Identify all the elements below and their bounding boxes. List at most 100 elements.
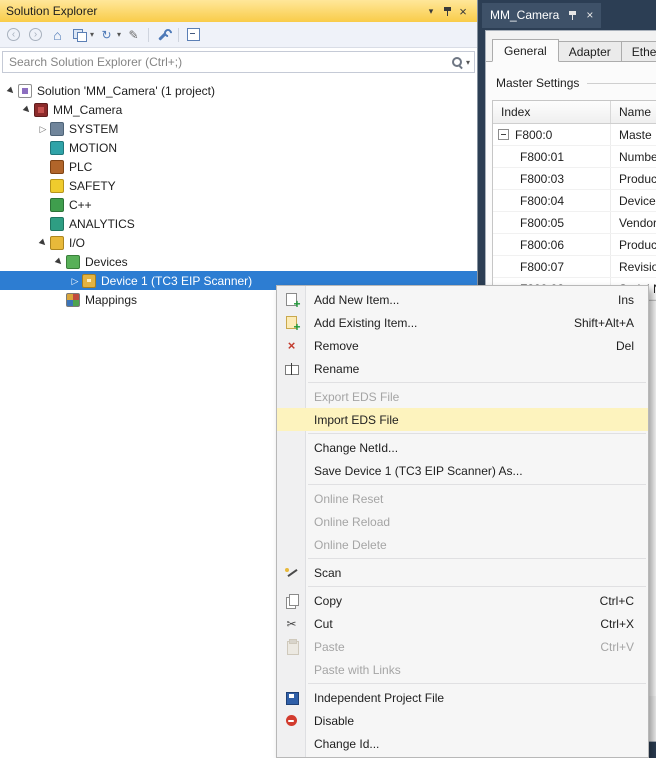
tree-item-label: C++ xyxy=(69,198,98,212)
menu-item-shortcut: Shift+Alt+A xyxy=(574,316,634,330)
solution-icon xyxy=(18,84,32,98)
tab-adapter[interactable]: Adapter xyxy=(558,41,622,62)
menu-item-label: Independent Project File xyxy=(314,691,634,705)
cell-name: Produc xyxy=(611,172,656,186)
mappings-icon xyxy=(66,293,80,307)
table-row[interactable]: F800:06 Produc xyxy=(493,234,656,256)
menu-item-import-eds-file[interactable]: Import EDS File xyxy=(277,408,648,431)
expander-icon[interactable]: ▷ xyxy=(36,124,50,134)
menu-item-label: Scan xyxy=(314,566,634,580)
close-button[interactable]: × xyxy=(455,3,471,19)
copy-icon xyxy=(284,593,300,609)
table-row[interactable]: F800:01 Numbe xyxy=(493,146,656,168)
column-header-index[interactable]: Index xyxy=(493,101,611,123)
menu-item-label: Save Device 1 (TC3 EIP Scanner) As... xyxy=(314,464,634,478)
tree-item-system[interactable]: ▷ SYSTEM xyxy=(0,119,477,138)
edit-button[interactable]: ✎ xyxy=(124,25,143,44)
tree-item-safety[interactable]: SAFETY xyxy=(0,176,477,195)
menu-item-add-existing-item[interactable]: Add Existing Item... Shift+Alt+A xyxy=(277,311,648,334)
scope-button[interactable] xyxy=(70,25,89,44)
menu-item-rename[interactable]: Rename xyxy=(277,357,648,380)
chevron-down-icon[interactable]: ▾ xyxy=(466,58,470,67)
tab-ethernet[interactable]: EtherN xyxy=(621,41,656,62)
search-input[interactable] xyxy=(3,55,450,69)
column-header-name[interactable]: Name xyxy=(611,105,656,119)
menu-item-scan[interactable]: Scan xyxy=(277,561,648,584)
expander-icon[interactable]: ▶ xyxy=(3,82,20,99)
expander-icon[interactable]: ▶ xyxy=(35,234,52,251)
menu-item-label: Copy xyxy=(314,594,580,608)
nav-forward-button[interactable]: › xyxy=(26,25,45,44)
tree-item-cpp[interactable]: C++ xyxy=(0,195,477,214)
search-icon[interactable] xyxy=(450,55,465,70)
tree-item-project-mm-camera[interactable]: ▶ MM_Camera xyxy=(0,100,477,119)
tree-item-label: MM_Camera xyxy=(53,103,128,117)
window-menu-button[interactable]: ▾ xyxy=(423,3,439,19)
cell-index: F800:0 xyxy=(515,128,552,142)
expander-icon[interactable]: ▶ xyxy=(19,101,36,118)
menu-item-change-netid[interactable]: Change NetId... xyxy=(277,436,648,459)
menu-item-change-id[interactable]: Change Id... xyxy=(277,732,648,755)
table-row[interactable]: F800:03 Produc xyxy=(493,168,656,190)
toolbar-separator xyxy=(178,28,179,42)
table-row[interactable]: F800:05 Vendor xyxy=(493,212,656,234)
cell-index: F800:03 xyxy=(493,168,611,189)
back-icon: ‹ xyxy=(7,28,20,41)
menu-item-remove[interactable]: × Remove Del xyxy=(277,334,648,357)
tree-item-devices[interactable]: ▶ Devices xyxy=(0,252,477,271)
tree-item-plc[interactable]: PLC xyxy=(0,157,477,176)
menu-item-add-new-item[interactable]: Add New Item... Ins xyxy=(277,288,648,311)
chevron-down-icon: ▾ xyxy=(429,6,434,17)
collapse-all-icon xyxy=(187,28,200,41)
app-window: Solution Explorer ▾ × ‹ › ⌂ ▾ ↻ ▾ ✎ ▾ xyxy=(0,0,656,758)
sync-button[interactable]: ↻ xyxy=(97,25,116,44)
scan-icon xyxy=(284,565,300,581)
context-menu: Add New Item... Ins Add Existing Item...… xyxy=(276,285,649,758)
home-button[interactable]: ⌂ xyxy=(48,25,67,44)
collapse-all-button[interactable] xyxy=(184,25,203,44)
nav-back-button[interactable]: ‹ xyxy=(4,25,23,44)
menu-item-cut[interactable]: ✂ Cut Ctrl+X xyxy=(277,612,648,635)
document-tab-mm-camera[interactable]: MM_Camera × xyxy=(482,3,601,28)
tab-label: EtherN xyxy=(632,45,656,59)
table-row[interactable]: F800:04 Device xyxy=(493,190,656,212)
layers-icon xyxy=(77,32,87,42)
properties-button[interactable] xyxy=(154,25,173,44)
close-icon[interactable]: × xyxy=(586,9,593,22)
menu-item-label: Paste with Links xyxy=(314,663,634,677)
collapse-minus-icon[interactable] xyxy=(498,129,509,140)
motion-icon xyxy=(50,141,64,155)
menu-item-save-device-as[interactable]: Save Device 1 (TC3 EIP Scanner) As... xyxy=(277,459,648,482)
menu-item-shortcut: Ctrl+C xyxy=(600,594,634,608)
tree-item-solution[interactable]: ▶ Solution 'MM_Camera' (1 project) xyxy=(0,81,477,100)
pin-button[interactable] xyxy=(439,3,455,19)
menu-separator xyxy=(308,558,646,559)
solution-explorer-titlebar[interactable]: Solution Explorer ▾ × xyxy=(0,0,477,22)
table-row[interactable]: F800:07 Revisio xyxy=(493,256,656,278)
chevron-down-icon[interactable]: ▾ xyxy=(90,30,94,39)
menu-item-label: Change NetId... xyxy=(314,441,634,455)
cpp-icon xyxy=(50,198,64,212)
menu-item-independent-project-file[interactable]: Independent Project File xyxy=(277,686,648,709)
menu-item-disable[interactable]: Disable xyxy=(277,709,648,732)
expander-icon[interactable]: ▷ xyxy=(68,276,82,286)
remove-x-icon: × xyxy=(284,338,300,354)
chevron-down-icon[interactable]: ▾ xyxy=(117,30,121,39)
cell-name: Maste xyxy=(611,128,656,142)
menu-item-export-eds-file: Export EDS File xyxy=(277,385,648,408)
tree-item-label: Device 1 (TC3 EIP Scanner) xyxy=(101,274,258,288)
menu-separator xyxy=(308,433,646,434)
tree-item-io[interactable]: ▶ I/O xyxy=(0,233,477,252)
expander-icon[interactable]: ▶ xyxy=(51,253,68,270)
menu-item-label: Disable xyxy=(314,714,634,728)
table-row[interactable]: F800:0 Maste xyxy=(493,124,656,146)
menu-item-copy[interactable]: Copy Ctrl+C xyxy=(277,589,648,612)
device-icon xyxy=(82,274,96,288)
pin-icon[interactable] xyxy=(567,9,578,22)
tree-item-motion[interactable]: MOTION xyxy=(0,138,477,157)
cut-scissors-icon: ✂ xyxy=(284,616,300,632)
menu-item-label: Add Existing Item... xyxy=(314,316,554,330)
cell-index: F800:04 xyxy=(493,190,611,211)
tab-general[interactable]: General xyxy=(492,39,559,62)
tree-item-analytics[interactable]: ANALYTICS xyxy=(0,214,477,233)
